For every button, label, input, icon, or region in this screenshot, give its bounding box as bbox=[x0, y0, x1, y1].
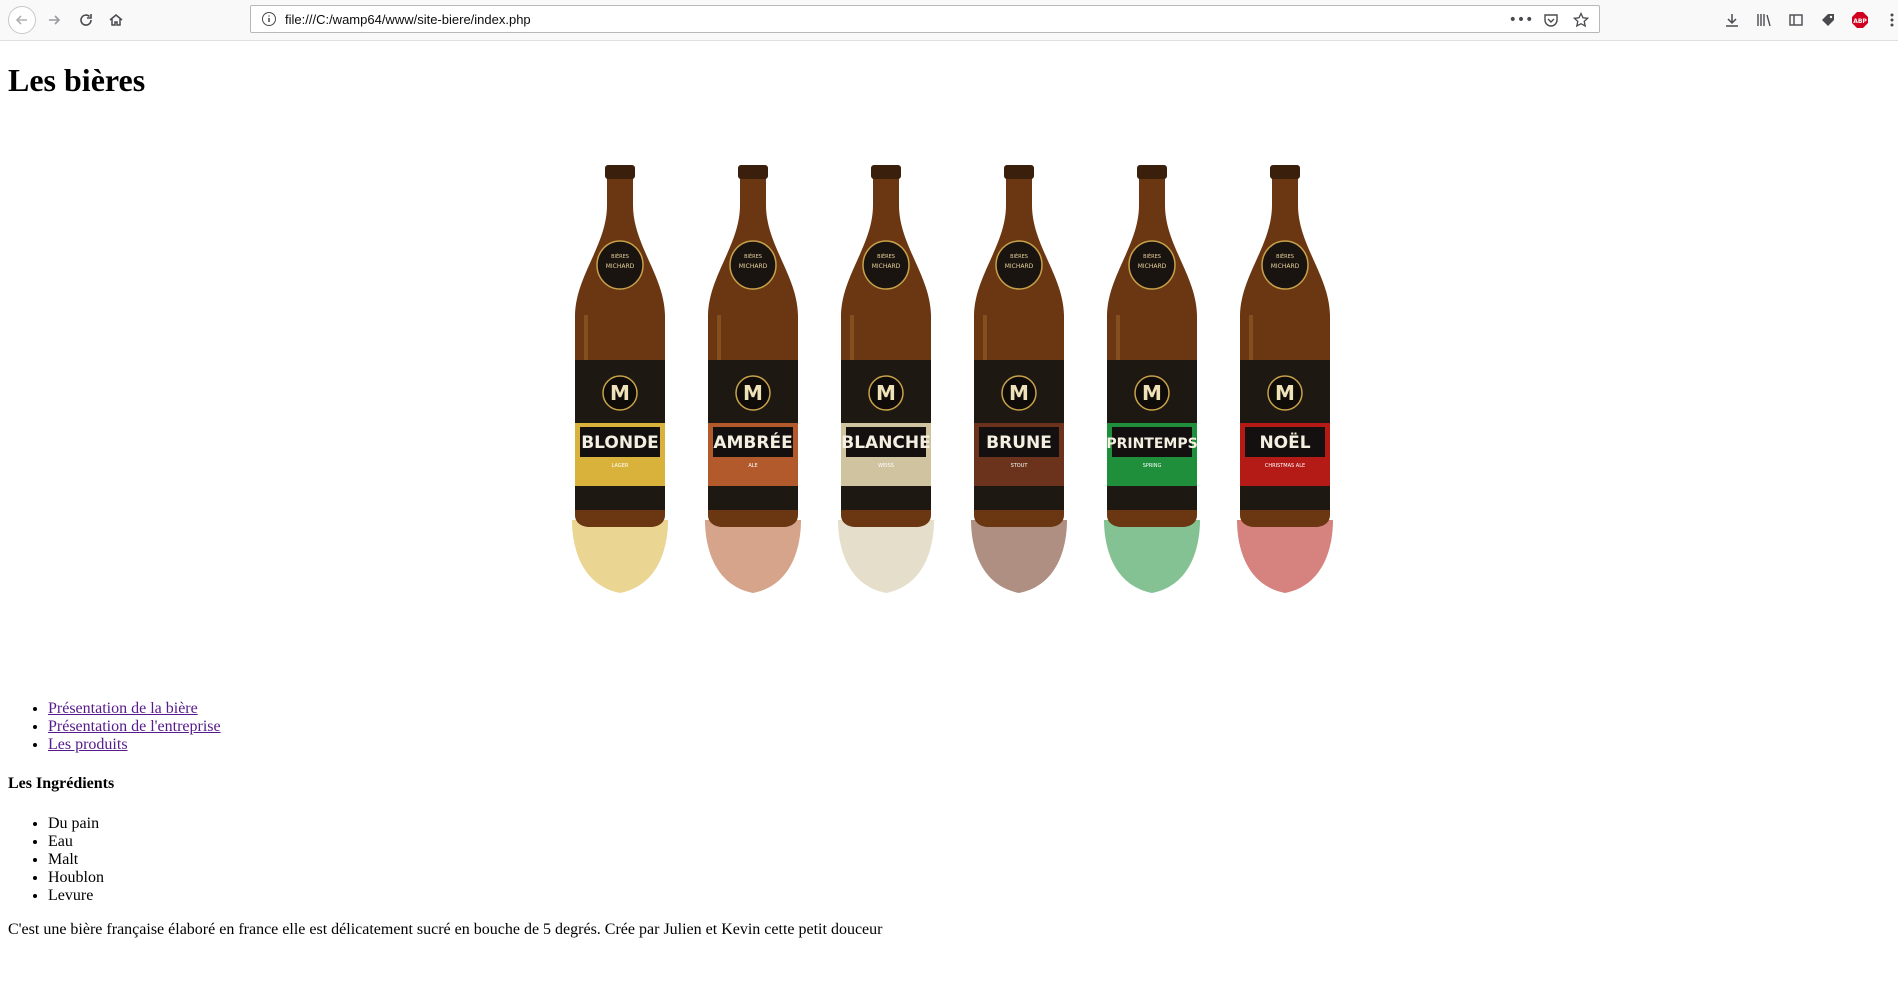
ingredient-item: Eau bbox=[48, 833, 104, 851]
adblock-icon[interactable]: ABP bbox=[1850, 10, 1870, 30]
neck-label-maker: MICHARD bbox=[739, 263, 768, 270]
ingredient-item: Houblon bbox=[48, 869, 104, 887]
navigation-list: Présentation de la bière Présentation de… bbox=[8, 700, 221, 754]
neck-label-brand: BIÈRES bbox=[877, 252, 895, 260]
beer-type: CHRISTMAS ALE bbox=[1265, 463, 1305, 469]
beer-name: NOËL bbox=[1259, 431, 1310, 453]
bookmark-star-icon[interactable] bbox=[1571, 10, 1591, 30]
sidebar-shape bbox=[1789, 14, 1803, 26]
beer-bottle: BIÈRES MICHARD M AMBRÉE ALE bbox=[705, 165, 801, 593]
pocket-icon[interactable] bbox=[1541, 10, 1561, 30]
bottle-reflection bbox=[1237, 520, 1333, 593]
beer-description: C'est une bière française élaboré en fra… bbox=[8, 921, 883, 938]
bottle-reflection bbox=[572, 520, 668, 593]
neck-label-maker: MICHARD bbox=[606, 263, 635, 270]
beer-type: SPRING bbox=[1143, 463, 1162, 469]
beer-name: PRINTEMPS bbox=[1106, 436, 1197, 452]
beer-type: ALE bbox=[748, 463, 757, 469]
home-icon bbox=[109, 14, 123, 26]
nav-item: Présentation de la bière bbox=[48, 700, 221, 718]
bottle-cap bbox=[605, 165, 635, 179]
neck-label-maker: MICHARD bbox=[872, 263, 901, 270]
bottle-reflection bbox=[971, 520, 1067, 593]
bottle-cap bbox=[871, 165, 901, 179]
beer-bottle: BIÈRES MICHARD M BRUNE STOUT bbox=[971, 165, 1067, 593]
reload-icon bbox=[80, 14, 92, 26]
neck-label-brand: BIÈRES bbox=[1276, 252, 1294, 260]
beer-name: BLONDE bbox=[581, 433, 659, 453]
home-button[interactable] bbox=[104, 8, 128, 32]
beer-name: BRUNE bbox=[986, 433, 1052, 453]
logo-letter: M bbox=[1009, 381, 1029, 405]
nav-link-presentation-biere[interactable]: Présentation de la bière bbox=[48, 700, 198, 717]
download-shape bbox=[1726, 14, 1738, 27]
forward-arrow-icon bbox=[49, 15, 61, 25]
nav-item: Présentation de l'entreprise bbox=[48, 718, 221, 736]
neck-label-maker: MICHARD bbox=[1138, 263, 1167, 270]
logo-letter: M bbox=[743, 381, 763, 405]
bottle-reflection bbox=[1104, 520, 1200, 593]
browser-toolbar: file:///C:/wamp64/www/site-biere/index.p… bbox=[0, 0, 1898, 41]
forward-button[interactable] bbox=[42, 8, 66, 32]
back-button[interactable] bbox=[8, 6, 36, 34]
bottle-cap bbox=[1004, 165, 1034, 179]
reload-button[interactable] bbox=[74, 8, 98, 32]
sidebar-icon[interactable] bbox=[1786, 10, 1806, 30]
page-title: Les bières bbox=[8, 62, 146, 98]
beer-bottle: BIÈRES MICHARD M BLANCHE WEISS bbox=[838, 165, 934, 593]
beer-type: LAGER bbox=[612, 463, 629, 469]
nav-link-produits[interactable]: Les produits bbox=[48, 736, 128, 753]
star-shape bbox=[1573, 12, 1589, 28]
beer-bottles-image: BIÈRES MICHARD M BLONDE LAGER BIÈRES MICHARD M A… bbox=[572, 165, 1333, 593]
beer-bottle: BIÈRES MICHARD M BLONDE LAGER bbox=[572, 165, 668, 593]
neck-label-brand: BIÈRES bbox=[1143, 252, 1161, 260]
url-text[interactable]: file:///C:/wamp64/www/site-biere/index.p… bbox=[285, 12, 531, 27]
download-icon[interactable] bbox=[1722, 10, 1742, 30]
neck-label-maker: MICHARD bbox=[1005, 263, 1034, 270]
library-shape bbox=[1757, 14, 1771, 27]
beer-name: BLANCHE bbox=[841, 433, 931, 453]
toolbar-right-tools: ABP bbox=[1722, 10, 1898, 30]
beer-bottle: BIÈRES MICHARD M PRINTEMPS SPRING bbox=[1104, 165, 1200, 593]
tag-shape bbox=[1822, 14, 1834, 26]
bottle-reflection bbox=[838, 520, 934, 593]
menu-shape bbox=[1890, 13, 1894, 27]
logo-letter: M bbox=[876, 381, 896, 405]
bottle-cap bbox=[1137, 165, 1167, 179]
url-actions: ••• bbox=[1509, 10, 1591, 30]
beer-type: STOUT bbox=[1011, 463, 1029, 469]
ingredient-item: Levure bbox=[48, 887, 104, 905]
logo-letter: M bbox=[1275, 381, 1295, 405]
back-arrow-icon bbox=[15, 15, 27, 25]
adblock-shape: ABP bbox=[1852, 12, 1868, 28]
bottle-reflection bbox=[705, 520, 801, 593]
ingredient-item: Du pain bbox=[48, 815, 104, 833]
ingredient-item: Malt bbox=[48, 851, 104, 869]
tag-icon[interactable] bbox=[1818, 10, 1838, 30]
menu-icon[interactable] bbox=[1882, 10, 1898, 30]
bottle-cap bbox=[1270, 165, 1300, 179]
svg-text:ABP: ABP bbox=[1853, 18, 1867, 25]
ingredients-title: Les Ingrédients bbox=[8, 775, 115, 792]
logo-letter: M bbox=[610, 381, 630, 405]
neck-label-brand: BIÈRES bbox=[744, 252, 762, 260]
logo-letter: M bbox=[1142, 381, 1162, 405]
neck-label-brand: BIÈRES bbox=[611, 252, 629, 260]
nav-item: Les produits bbox=[48, 736, 221, 754]
ingredients-list: Du pain Eau Malt Houblon Levure bbox=[8, 815, 104, 905]
address-bar[interactable]: file:///C:/wamp64/www/site-biere/index.p… bbox=[250, 5, 1600, 33]
neck-label-maker: MICHARD bbox=[1271, 263, 1300, 270]
page-actions-more-icon[interactable]: ••• bbox=[1509, 10, 1534, 30]
beer-bottle: BIÈRES MICHARD M NOËL CHRISTMAS ALE bbox=[1237, 165, 1333, 593]
neck-label-brand: BIÈRES bbox=[1010, 252, 1028, 260]
beer-name: AMBRÉE bbox=[713, 431, 792, 453]
library-icon[interactable] bbox=[1754, 10, 1774, 30]
info-icon[interactable] bbox=[261, 11, 277, 27]
nav-link-presentation-entreprise[interactable]: Présentation de l'entreprise bbox=[48, 718, 221, 735]
beer-type: WEISS bbox=[878, 463, 894, 469]
bottle-cap bbox=[738, 165, 768, 179]
pocket-shape bbox=[1544, 14, 1558, 27]
